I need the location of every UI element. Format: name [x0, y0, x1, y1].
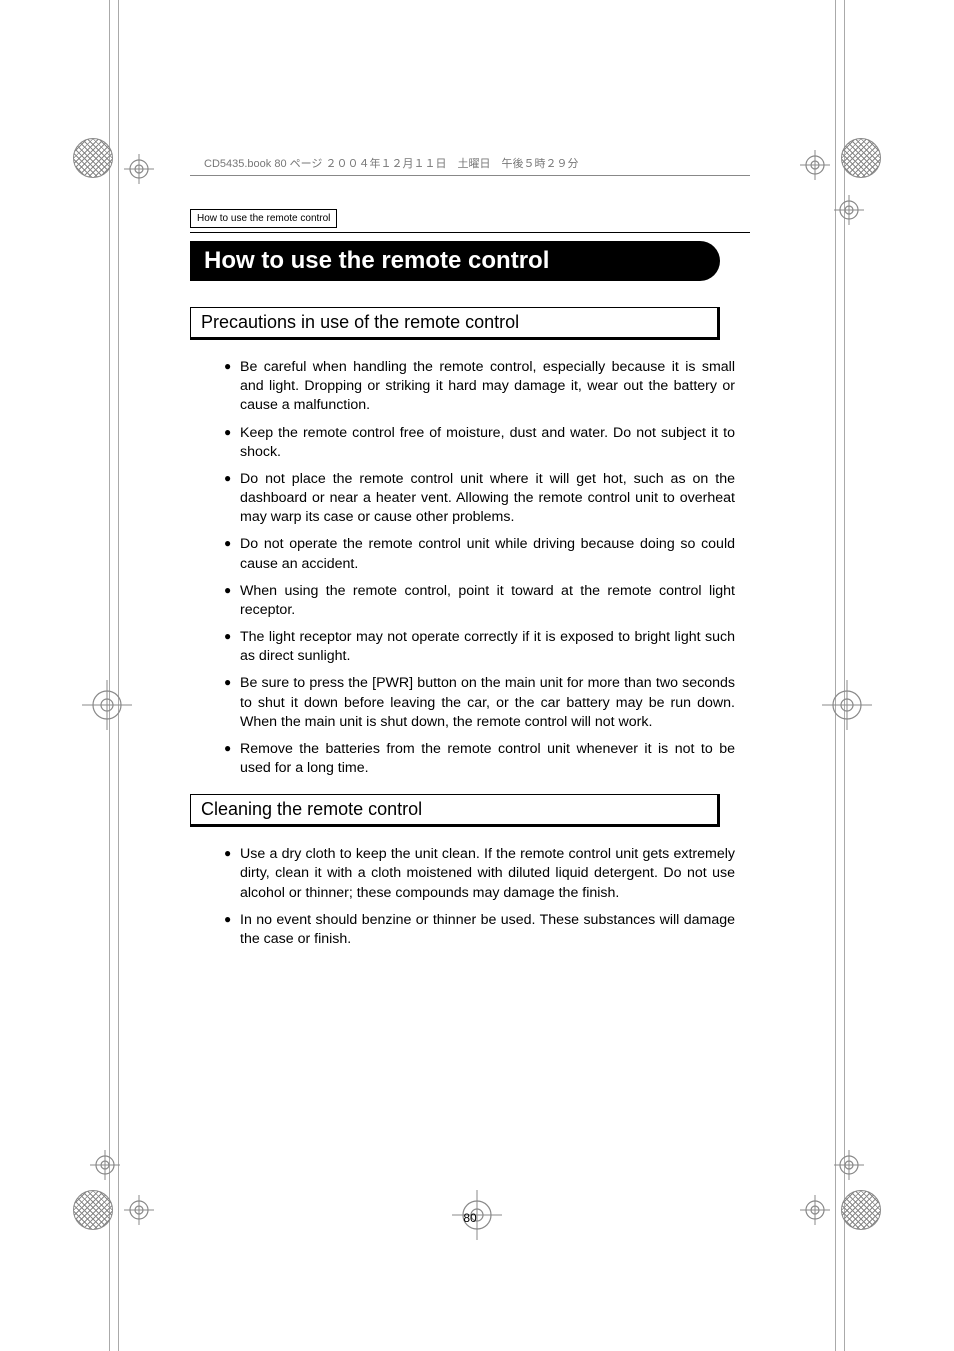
list-item: The light receptor may not operate corre…: [240, 628, 735, 666]
breadcrumb: How to use the remote control: [190, 209, 337, 228]
page-title: How to use the remote control: [190, 241, 720, 281]
meta-header: CD5435.book 80 ページ ２００４年１２月１１日 土曜日 午後５時２…: [190, 155, 750, 176]
list-item: Do not operate the remote control unit w…: [240, 535, 735, 573]
list-item: Be careful when handling the remote cont…: [240, 358, 735, 416]
section-heading-precautions: Precautions in use of the remote control: [190, 307, 720, 340]
divider: [190, 232, 750, 233]
list-item: In no event should benzine or thinner be…: [240, 911, 735, 949]
list-item: Remove the batteries from the remote con…: [240, 740, 735, 778]
page-number: 80: [190, 1211, 750, 1225]
page-content: CD5435.book 80 ページ ２００４年１２月１１日 土曜日 午後５時２…: [190, 155, 750, 965]
list-item: Be sure to press the [PWR] button on the…: [240, 674, 735, 732]
list-item: Keep the remote control free of moisture…: [240, 424, 735, 462]
list-item: Do not place the remote control unit whe…: [240, 470, 735, 528]
list-item: Use a dry cloth to keep the unit clean. …: [240, 845, 735, 903]
list-item: When using the remote control, point it …: [240, 582, 735, 620]
precautions-list: Be careful when handling the remote cont…: [240, 358, 735, 778]
cleaning-list: Use a dry cloth to keep the unit clean. …: [240, 845, 735, 949]
section-heading-cleaning: Cleaning the remote control: [190, 794, 720, 827]
